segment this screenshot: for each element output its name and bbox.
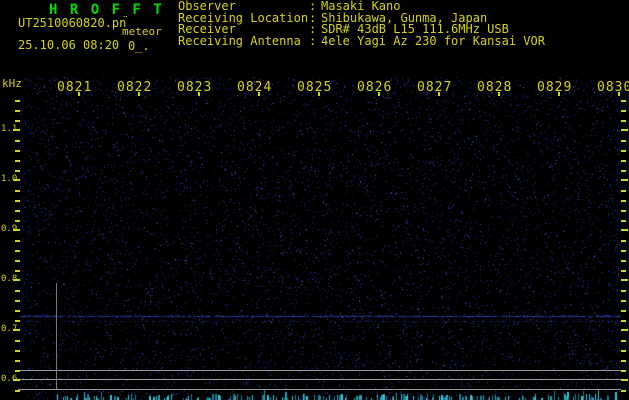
time-axis-label: 0821 — [57, 80, 93, 95]
time-axis-tick — [78, 92, 80, 96]
separator-line-middle — [18, 379, 621, 380]
freq-minor-tick-right — [621, 220, 626, 222]
freq-major-tick-right — [621, 279, 628, 281]
time-axis-tick — [498, 92, 500, 96]
freq-major-tick-right — [621, 379, 628, 381]
freq-major-tick-right — [621, 129, 628, 131]
hrofft-screen: H R O F F T UT2510060820.pn ¨ meteor 25.… — [0, 0, 629, 400]
freq-major-tick-left — [13, 379, 20, 381]
freq-minor-tick-left — [15, 150, 20, 152]
freq-minor-tick-left — [15, 110, 20, 112]
freq-minor-tick-left — [15, 370, 20, 372]
time-axis-label: 0827 — [417, 80, 453, 95]
freq-minor-tick-right — [621, 210, 626, 212]
freq-major-tick-left — [13, 129, 20, 131]
freq-minor-tick-left — [15, 200, 20, 202]
time-axis-tick — [318, 92, 320, 96]
spectrogram-plot: kHz 0821 0822 0823 0824 0825 0826 0827 0828 0829… — [0, 0, 629, 400]
freq-major-tick-right — [621, 329, 628, 331]
freq-minor-tick-right — [621, 320, 626, 322]
freq-minor-tick-right — [621, 310, 626, 312]
time-axis-label: 0824 — [237, 80, 273, 95]
freq-minor-tick-right — [621, 270, 626, 272]
freq-axis-unit: kHz — [2, 77, 22, 90]
freq-minor-tick-right — [621, 370, 626, 372]
freq-minor-tick-right — [621, 340, 626, 342]
separator-line-bottom — [18, 389, 621, 390]
freq-minor-tick-left — [15, 290, 20, 292]
time-axis-label: 0829 — [537, 80, 573, 95]
freq-minor-tick-left — [15, 350, 20, 352]
freq-major-tick-left — [13, 329, 20, 331]
freq-minor-tick-left — [15, 140, 20, 142]
time-axis-tick — [558, 92, 560, 96]
freq-minor-tick-right — [621, 100, 626, 102]
freq-minor-tick-left — [15, 340, 20, 342]
freq-minor-tick-left — [15, 160, 20, 162]
time-axis-label: 0823 — [177, 80, 213, 95]
freq-minor-tick-right — [621, 250, 626, 252]
freq-minor-tick-left — [15, 170, 20, 172]
freq-minor-tick-left — [15, 120, 20, 122]
freq-minor-tick-left — [15, 270, 20, 272]
freq-minor-tick-right — [621, 160, 626, 162]
time-axis-label: 0825 — [297, 80, 333, 95]
freq-major-tick-right — [621, 229, 628, 231]
separator-line-top — [18, 370, 621, 371]
freq-minor-tick-left — [15, 310, 20, 312]
time-axis-label: 0828 — [477, 80, 513, 95]
time-axis-label: 0826 — [357, 80, 393, 95]
freq-minor-tick-left — [15, 190, 20, 192]
freq-minor-tick-right — [621, 350, 626, 352]
plot-left-border-line — [56, 283, 57, 389]
freq-minor-tick-left — [15, 100, 20, 102]
freq-minor-tick-right — [621, 200, 626, 202]
freq-minor-tick-right — [621, 300, 626, 302]
freq-minor-tick-right — [621, 150, 626, 152]
freq-minor-tick-right — [621, 290, 626, 292]
freq-minor-tick-left — [15, 360, 20, 362]
freq-minor-tick-right — [621, 240, 626, 242]
freq-major-tick-left — [13, 279, 20, 281]
freq-minor-tick-left — [15, 220, 20, 222]
time-axis-tick — [618, 92, 620, 96]
time-axis-tick — [378, 92, 380, 96]
freq-minor-tick-left — [15, 300, 20, 302]
freq-minor-tick-left — [15, 260, 20, 262]
freq-minor-tick-right — [621, 110, 626, 112]
time-axis-tick — [258, 92, 260, 96]
freq-minor-tick-right — [621, 360, 626, 362]
freq-minor-tick-right — [621, 140, 626, 142]
freq-major-tick-left — [13, 179, 20, 181]
freq-major-tick-right — [621, 179, 628, 181]
freq-minor-tick-left — [15, 240, 20, 242]
freq-minor-tick-right — [621, 260, 626, 262]
time-axis-label: 0822 — [117, 80, 153, 95]
freq-minor-tick-left — [15, 250, 20, 252]
freq-major-tick-left — [13, 229, 20, 231]
freq-minor-tick-right — [621, 170, 626, 172]
time-axis-tick — [138, 92, 140, 96]
freq-minor-tick-right — [621, 120, 626, 122]
freq-minor-tick-right — [621, 390, 626, 392]
time-axis-tick — [198, 92, 200, 96]
freq-minor-tick-right — [621, 190, 626, 192]
freq-minor-tick-left — [15, 320, 20, 322]
time-axis-label: 0830 — [597, 80, 629, 95]
freq-minor-tick-left — [15, 390, 20, 392]
time-axis-tick — [438, 92, 440, 96]
freq-minor-tick-left — [15, 210, 20, 212]
